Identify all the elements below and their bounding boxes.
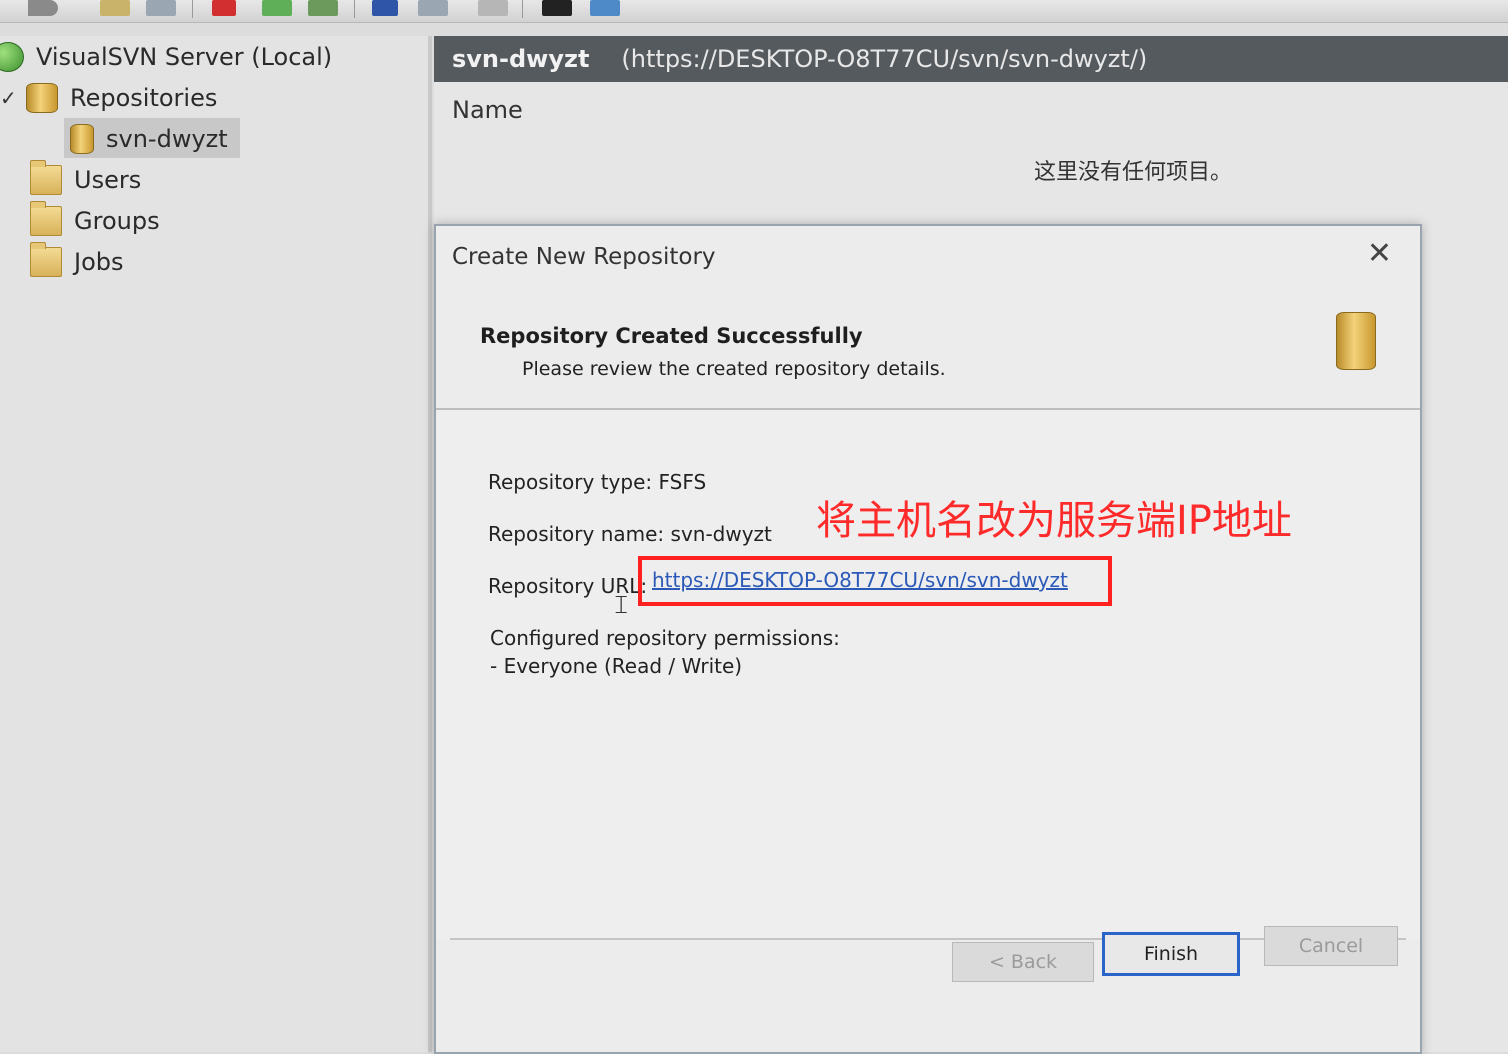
tree-item-label: Groups — [74, 207, 160, 235]
edit-icon[interactable] — [590, 0, 620, 16]
close-icon[interactable]: ✕ — [1367, 236, 1392, 271]
repository-name-field: Repository name: svn-dwyzt — [488, 522, 772, 546]
list-icon[interactable] — [478, 0, 508, 16]
annotation-text: 将主机名改为服务端IP地址 — [816, 498, 1292, 544]
dialog-body: Repository type: FSFS Repository name: s… — [436, 410, 1420, 940]
delete-icon[interactable] — [212, 0, 236, 16]
tree-item-svn-dwyzt[interactable]: svn-dwyzt — [70, 120, 228, 158]
toolbar-separator — [354, 0, 355, 18]
cancel-button[interactable]: Cancel — [1264, 926, 1398, 966]
repository-type-field: Repository type: FSFS — [488, 470, 707, 494]
tree-item-label: svn-dwyzt — [106, 125, 228, 153]
folder-icon — [30, 160, 62, 195]
tree-item-label: Jobs — [74, 248, 124, 276]
export-icon[interactable] — [308, 0, 338, 16]
console-icon[interactable] — [542, 0, 572, 16]
expand-chevron-icon[interactable]: ✓ — [0, 86, 17, 110]
repository-header-url: (https://DESKTOP-O8T77CU/svn/svn-dwyzt/) — [621, 45, 1148, 73]
refresh-icon[interactable] — [262, 0, 292, 16]
back-icon[interactable] — [28, 0, 58, 16]
tree-item-jobs[interactable]: Jobs — [30, 242, 124, 281]
repository-db-icon — [1336, 312, 1376, 370]
tree-item-label: VisualSVN Server (Local) — [36, 43, 333, 71]
content-header: svn-dwyzt (https://DESKTOP-O8T77CU/svn/s… — [434, 36, 1508, 82]
tree-item-server[interactable]: VisualSVN Server (Local) — [0, 38, 332, 76]
toolbar-separator — [192, 0, 193, 18]
dialog-heading: Repository Created Successfully — [480, 324, 863, 348]
folder-icon — [30, 201, 62, 236]
navigation-tree: VisualSVN Server (Local) ✓ Repositories … — [0, 36, 428, 1052]
repositories-icon — [26, 83, 58, 113]
footer-divider — [450, 938, 1406, 940]
column-header-name[interactable]: Name — [452, 96, 523, 124]
tree-item-users[interactable]: Users — [30, 160, 142, 199]
globe-icon — [0, 42, 24, 72]
repository-title: svn-dwyzt — [452, 45, 590, 73]
toolbar — [0, 0, 1508, 23]
dialog-title: Create New Repository — [452, 244, 716, 270]
repository-db-icon — [70, 124, 94, 154]
tree-item-repositories[interactable]: Repositories — [26, 79, 217, 117]
back-button[interactable]: < Back — [952, 942, 1094, 982]
tree-item-label: Repositories — [70, 84, 218, 112]
help-icon[interactable] — [372, 0, 398, 16]
permissions-label: Configured repository permissions: — [490, 626, 840, 650]
folder-icon — [30, 242, 62, 277]
panel-splitter[interactable] — [428, 36, 432, 1052]
finish-button[interactable]: Finish — [1102, 932, 1240, 976]
view-icon[interactable] — [146, 0, 176, 16]
create-repository-dialog: Create New Repository ✕ Repository Creat… — [434, 224, 1422, 1054]
tree-item-label: Users — [74, 166, 142, 194]
properties-icon[interactable] — [100, 0, 130, 16]
empty-list-message: 这里没有任何项目。 — [1034, 160, 1233, 185]
dialog-subheading: Please review the created repository det… — [522, 358, 946, 380]
annotation-highlight-box — [638, 556, 1112, 606]
toolbar-separator — [522, 0, 523, 18]
permissions-value: - Everyone (Read / Write) — [490, 654, 743, 678]
text-cursor-icon: 𝙸 — [612, 590, 631, 620]
panel-icon[interactable] — [418, 0, 448, 16]
tree-item-groups[interactable]: Groups — [30, 201, 160, 240]
